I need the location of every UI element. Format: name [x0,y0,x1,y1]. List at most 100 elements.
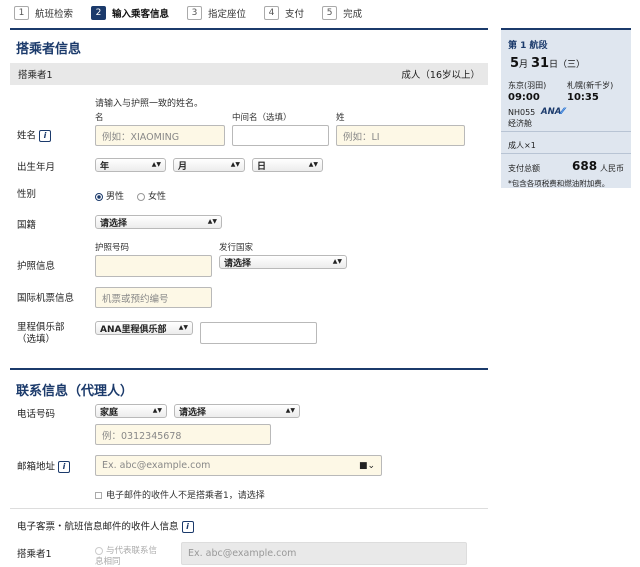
male-label: 男性 [106,192,125,202]
intl-ticket-input[interactable]: 机票或预约编号 [95,287,212,308]
total-amount: 688 [572,159,598,173]
same-as-contact-text: 与代表联系信息相同 [95,546,158,567]
checkbox-icon[interactable] [95,492,102,499]
select-arrows-icon: ▲▼ [308,161,318,168]
passenger-form: 搭乘者信息 搭乘者1 成人（16岁以上） [10,28,488,85]
flight-date: 5月 31日（三） [510,56,585,71]
name-label: 姓名 i [17,130,52,143]
middle-name-input[interactable] [232,125,329,146]
step-number: 4 [264,6,280,20]
gender-male-option[interactable]: 男性 [95,189,124,202]
not-passenger-text: 电子邮件的收件人不是搭乘者1，请选择 [106,491,265,501]
first-name-input[interactable]: 例如：XIAOMING [95,125,225,146]
passport-number-input[interactable] [95,255,212,277]
dob-month-value: 月 [178,161,188,172]
departure-time: 09:00 [508,92,540,103]
currency: 人民币 [600,164,624,173]
step-number: 3 [187,6,203,20]
dob-label: 出生年月 [17,162,56,173]
passenger-bar: 搭乘者1 成人（16岁以上） [10,63,488,85]
select-arrows-icon: ▲▼ [230,161,240,168]
phone-input[interactable]: 例：0312345678 [95,424,271,445]
radio-selected-icon[interactable] [95,192,103,201]
phone-type-value: 家庭 [100,407,119,418]
date-day-suffix: 日 [549,60,559,70]
gender-label: 性别 [17,189,37,200]
name-label-text: 姓名 [17,130,37,142]
info-icon[interactable]: i [58,461,71,473]
step-label: 指定座位 [208,9,247,20]
cabin-class: 经济舱 [508,119,532,128]
passenger-type: 成人（16岁以上） [401,70,480,81]
same-as-contact-option[interactable]: 与代表联系信息相同 [95,546,165,567]
dob-year-value: 年 [100,161,110,172]
step-label: 航班检索 [35,9,74,20]
select-arrows-icon: ▲▼ [207,218,217,225]
last-name-label: 姓 [336,113,345,123]
mileage-club-select[interactable]: ANA里程俱乐部 ▲▼ [95,321,193,335]
middle-name-label: 中间名（选填） [232,113,292,123]
nationality-select[interactable]: 请选择 ▲▼ [95,215,222,229]
origin-airport: 东京(羽田) [508,81,547,90]
contact-picker-icon[interactable]: ■⌄ [359,461,375,471]
contact-divider [10,368,488,370]
section-title-contact: 联系信息（代理人） [16,384,134,399]
issuer-country-select[interactable]: 请选择 ▲▼ [219,255,347,269]
airline-logo: ANA⁄⁄ [541,107,564,117]
mileage-number-input[interactable] [200,322,317,344]
tax-note: *包含各项税费和燃油附加费。 [508,179,610,188]
issuer-country-value: 请选择 [224,258,252,269]
airline-logo-mark: ⁄⁄ [561,107,565,117]
phone-type-select[interactable]: 家庭 ▲▼ [95,404,167,418]
step-label: 支付 [285,9,305,20]
segment-title: 第 1 航段 [508,41,548,51]
step-1: 1 航班检索 [14,6,73,20]
step-2: 2 输入乘客信息 [91,6,169,20]
female-label: 女性 [148,192,167,202]
info-icon[interactable]: i [39,130,52,142]
eticket-email-input[interactable]: Ex. abc@example.com [181,542,467,565]
radio-icon[interactable] [95,546,103,555]
eticket-label: 电子客票・航班信息邮件的收件人信息 i [17,521,194,534]
info-icon[interactable]: i [181,521,194,533]
dob-year-select[interactable]: 年 ▲▼ [95,158,166,172]
passenger-count: 成人×1 [508,141,536,150]
total-label: 支付总额 [508,164,540,173]
arrival-time: 10:35 [567,92,599,103]
select-arrows-icon: ▲▼ [152,407,162,414]
nationality-value: 请选择 [100,218,128,229]
phone-country-value: 请选择 [179,407,207,418]
step-number: 2 [91,6,107,20]
email-label-text: 邮箱地址 [17,461,56,473]
select-arrows-icon: ▲▼ [151,161,161,168]
step-label: 完成 [343,9,363,20]
dob-month-select[interactable]: 月 ▲▼ [173,158,245,172]
destination-airport: 札幌(新千岁) [567,81,614,90]
step-3: 3 指定座位 [187,6,246,20]
radio-icon[interactable] [137,192,145,201]
date-day: 31 [530,56,550,71]
not-passenger-option[interactable]: 电子邮件的收件人不是搭乘者1，请选择 [95,488,265,501]
mileage-club-value: ANA里程俱乐部 [100,324,167,335]
step-5: 5 完成 [322,6,362,20]
progress-steps: 1 航班检索 2 输入乘客信息 3 指定座位 4 支付 5 完成 [14,4,380,22]
mileage-label: 里程俱乐部 （选填） [17,322,65,345]
date-month: 5 [510,56,520,71]
gender-female-option[interactable]: 女性 [137,189,166,202]
nationality-label: 国籍 [17,220,37,231]
intl-ticket-label: 国际机票信息 [17,293,75,304]
select-arrows-icon: ▲▼ [178,324,188,331]
phone-country-select[interactable]: 请选择 ▲▼ [174,404,300,418]
eticket-passenger-label: 搭乘者1 [17,549,52,560]
step-number: 1 [14,6,29,20]
dob-day-select[interactable]: 日 ▲▼ [252,158,323,172]
step-number: 5 [322,6,338,20]
passport-number-label: 护照号码 [95,243,130,253]
passenger-label: 搭乘者1 [18,70,53,81]
last-name-input[interactable]: 例如：LI [336,125,465,146]
flight-number: NH055 [508,108,536,117]
flight-summary-panel: 第 1 航段 5月 31日（三） 东京(羽田) 札幌(新千岁) 09:00 10… [501,28,631,188]
eticket-label-text: 电子客票・航班信息邮件的收件人信息 [17,521,179,533]
email-input[interactable]: Ex. abc@example.com ■⌄ [95,455,382,476]
select-arrows-icon: ▲▼ [332,258,342,265]
